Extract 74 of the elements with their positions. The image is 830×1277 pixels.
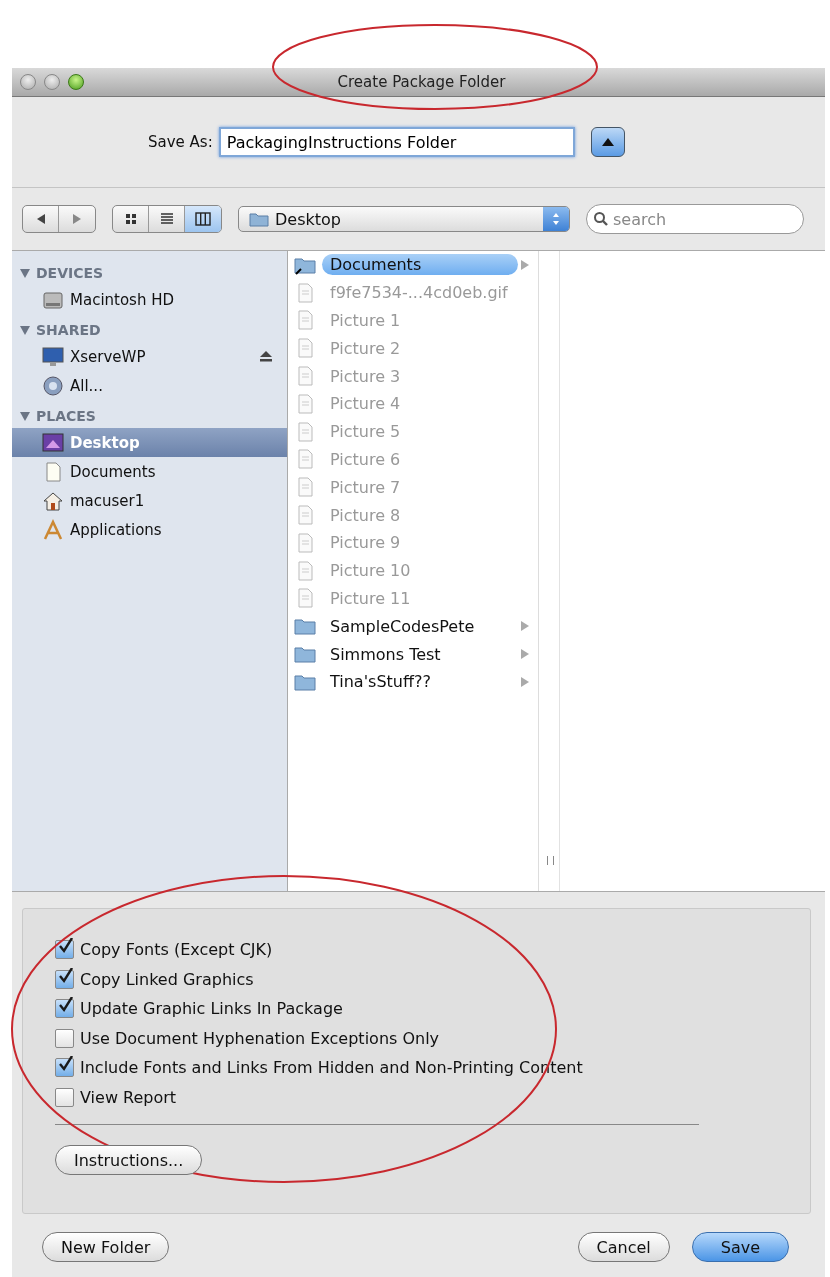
grid-icon bbox=[123, 212, 138, 226]
sidebar-item[interactable]: macuser1 bbox=[12, 486, 287, 515]
window-title: Create Package Folder bbox=[337, 73, 506, 91]
columns-view-button[interactable] bbox=[185, 206, 221, 232]
new-folder-button[interactable]: New Folder bbox=[42, 1232, 170, 1262]
list-icon bbox=[159, 212, 174, 226]
checkbox[interactable] bbox=[55, 999, 74, 1019]
file-item: Picture 8 bbox=[329, 504, 402, 526]
disclosure-triangle-icon[interactable] bbox=[20, 325, 30, 335]
expand-button[interactable] bbox=[590, 127, 625, 157]
file-item: Picture 1 bbox=[329, 310, 402, 331]
sidebar-heading: PLACES bbox=[36, 408, 96, 424]
search-field[interactable]: search bbox=[611, 208, 785, 230]
sidebar-item[interactable]: Documents bbox=[12, 457, 287, 486]
apps-icon bbox=[42, 518, 64, 541]
disclosure-arrow-icon bbox=[520, 260, 530, 270]
search-icon bbox=[593, 211, 609, 227]
zoom-icon[interactable] bbox=[68, 74, 84, 90]
eject-icon[interactable] bbox=[259, 350, 273, 362]
file-item: Picture 6 bbox=[329, 448, 402, 470]
location-popup[interactable]: Desktop bbox=[238, 206, 570, 232]
file-item: Picture 4 bbox=[329, 393, 402, 415]
folder-icon bbox=[249, 211, 269, 227]
disclosure-arrow-icon bbox=[520, 649, 530, 660]
sidebar-heading: DEVICES bbox=[36, 265, 104, 281]
forward-arrow-icon bbox=[72, 214, 82, 224]
close-icon[interactable] bbox=[20, 74, 36, 90]
checkbox[interactable] bbox=[55, 1058, 74, 1078]
search-bar[interactable]: search bbox=[586, 204, 804, 234]
option-label: View Report bbox=[80, 1087, 177, 1107]
save-as-label: Save As: bbox=[148, 133, 213, 151]
disclosure-arrow-icon bbox=[520, 676, 530, 687]
save-as-field[interactable]: PackagingInstructions Folder bbox=[218, 127, 575, 157]
back-arrow-icon bbox=[35, 214, 46, 224]
file-item: f9fe7534-...4cd0eb.gif bbox=[329, 282, 509, 304]
sidebar-item[interactable]: Applications bbox=[12, 515, 287, 544]
network-icon bbox=[42, 374, 64, 397]
column-resize-handle[interactable] bbox=[547, 856, 554, 865]
file-item: Picture 9 bbox=[329, 532, 402, 554]
desktop-icon bbox=[42, 431, 64, 454]
checkbox[interactable] bbox=[55, 1028, 74, 1048]
sidebar-item[interactable]: XserveWP bbox=[12, 342, 287, 371]
disclosure-arrow-icon bbox=[520, 621, 530, 632]
disclosure-triangle-icon[interactable] bbox=[20, 411, 30, 421]
checkbox[interactable] bbox=[55, 1087, 74, 1107]
save-button[interactable]: Save bbox=[691, 1232, 789, 1262]
disclosure-triangle-icon[interactable] bbox=[20, 268, 30, 278]
instructions-button[interactable]: Instructions... bbox=[55, 1145, 203, 1175]
checkbox[interactable] bbox=[55, 940, 74, 960]
cancel-button[interactable]: Cancel bbox=[577, 1232, 670, 1262]
file-item[interactable]: Simmons Test bbox=[322, 643, 449, 665]
option-label: Copy Linked Graphics bbox=[80, 969, 254, 989]
sidebar-heading: SHARED bbox=[36, 322, 101, 338]
minimize-icon[interactable] bbox=[44, 74, 60, 90]
option-label: Use Document Hyphenation Exceptions Only bbox=[80, 1028, 440, 1048]
checkbox[interactable] bbox=[55, 969, 74, 989]
option-label: Update Graphic Links In Package bbox=[80, 999, 343, 1019]
file-item[interactable]: SampleCodesPete bbox=[322, 615, 483, 637]
file-item: Picture 2 bbox=[329, 337, 402, 359]
file-item[interactable]: Documents bbox=[322, 254, 518, 276]
file-item: Picture 7 bbox=[329, 476, 402, 498]
file-item: Picture 3 bbox=[329, 365, 402, 387]
file-item: Picture 11 bbox=[329, 587, 412, 609]
sidebar-item[interactable]: All... bbox=[12, 371, 287, 400]
sidebar-item[interactable]: Macintosh HD bbox=[12, 285, 287, 314]
file-item: Picture 10 bbox=[329, 560, 412, 582]
option-label: Copy Fonts (Except CJK) bbox=[80, 940, 273, 960]
columns-icon bbox=[195, 212, 211, 226]
up-down-arrows-icon bbox=[552, 212, 560, 226]
triangle-icon bbox=[601, 138, 614, 146]
popup-arrow-button[interactable] bbox=[543, 207, 569, 231]
file-item[interactable]: Tina'sStuff?? bbox=[322, 671, 439, 693]
file-item: Picture 5 bbox=[329, 421, 402, 443]
monitor-icon bbox=[42, 345, 64, 368]
